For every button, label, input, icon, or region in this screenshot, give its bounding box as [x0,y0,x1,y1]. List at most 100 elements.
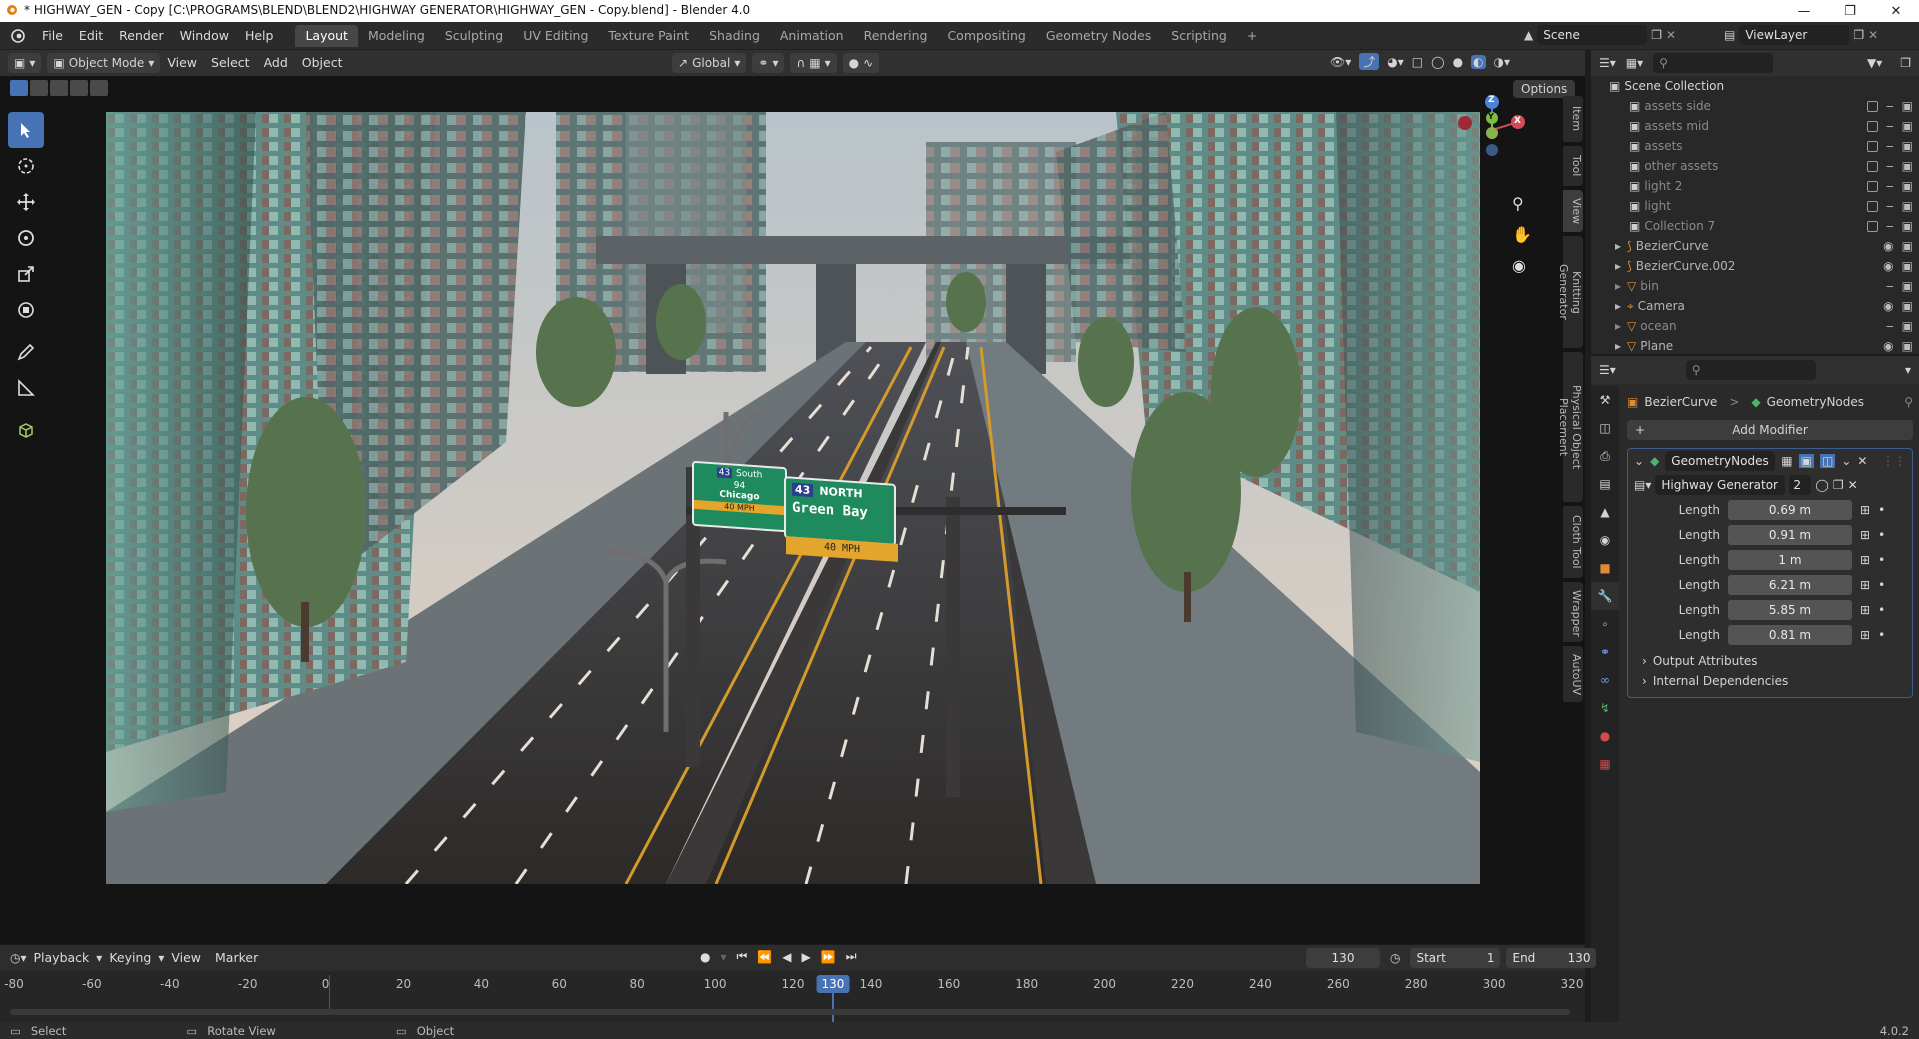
keyframe-dot-icon[interactable]: • [1878,628,1885,642]
node-tree-icon[interactable]: ▤▾ [1634,478,1651,492]
expand-arrow-icon[interactable]: ▸ [1615,299,1621,313]
keyframe-dot-icon[interactable]: • [1878,578,1885,592]
keyframe-dot-icon[interactable]: • [1878,503,1885,517]
viewport-menu-add[interactable]: Add [257,53,295,73]
current-frame-field[interactable]: 130 [1306,948,1380,968]
eye-icon[interactable]: ◉ [1883,259,1893,273]
outliner-row[interactable]: ▣ light ‒ ▣ [1609,196,1919,216]
keyframe-dot-icon[interactable]: • [1878,528,1885,542]
select-intersect-icon[interactable] [90,80,108,96]
close-window-button[interactable]: ✕ [1873,0,1919,22]
scene-name-field[interactable]: Scene [1537,25,1648,45]
add-cube-tool[interactable] [8,412,44,448]
xray-toggle-icon[interactable]: □ [1412,55,1423,69]
timeline-scrollbar[interactable] [10,1009,1570,1015]
render-toggle-icon[interactable]: ◫ [1819,454,1836,468]
render-props-icon[interactable]: ◫ [1591,414,1619,442]
outliner-row[interactable]: ▸ ▽ Plane ◉ ▣ [1609,336,1919,356]
3d-viewport[interactable]: Options 43 South 94 Chicago 40 MPH 43 NO… [0,76,1585,944]
scale-tool[interactable] [8,256,44,292]
timeline-menu-view[interactable]: View [164,948,208,968]
tab-shading[interactable]: Shading [699,25,770,47]
select-extend-icon[interactable] [30,80,48,96]
eye-icon[interactable]: ‒ [1886,119,1894,133]
node-users-count[interactable]: 2 [1789,475,1812,495]
outliner-row[interactable]: ▣ assets side ‒ ▣ [1609,96,1919,116]
param-value-field[interactable]: 0.69 m [1728,499,1852,520]
outliner-row[interactable]: ▸ ⟆ BezierCurve.002 ◉ ▣ [1609,256,1919,276]
render-camera-icon[interactable]: ▣ [1902,339,1913,353]
menu-file[interactable]: File [34,25,71,47]
drag-handle-icon[interactable]: ⋮⋮ [1882,454,1906,468]
zoom-icon[interactable]: ⚲ [1512,194,1532,213]
viewport-menu-object[interactable]: Object [295,53,350,73]
eye-icon[interactable]: ‒ [1886,179,1894,193]
eye-icon[interactable]: ‒ [1886,199,1894,213]
modifier-menu-icon[interactable]: ⌄ [1841,454,1851,468]
gizmo-toggle-icon[interactable]: ⤴ [1359,53,1380,70]
render-camera-icon[interactable]: ▣ [1902,179,1913,193]
node-group-field[interactable]: Highway Generator [1655,475,1786,495]
param-value-field[interactable]: 5.85 m [1728,599,1852,620]
physics-props-icon[interactable]: ⚭ [1591,638,1619,666]
exclude-checkbox[interactable] [1867,100,1879,112]
outliner-editor-icon[interactable]: ☰▾ [1599,56,1616,70]
material-shading-icon[interactable]: ◐ [1471,54,1486,69]
view-layer-props-icon[interactable]: ▤ [1591,470,1619,498]
render-camera-icon[interactable]: ▣ [1902,159,1913,173]
output-props-icon[interactable]: ⎙ [1591,442,1619,470]
tab-compositing[interactable]: Compositing [937,25,1035,47]
tab-animation[interactable]: Animation [770,25,854,47]
object-props-icon[interactable]: ■ [1591,554,1619,582]
start-frame-field[interactable]: Start 1 [1410,948,1501,968]
select-box-tool[interactable] [8,112,44,148]
param-value-field[interactable]: 1 m [1728,549,1852,570]
eye-icon[interactable]: ‒ [1886,219,1894,233]
rendered-shading-icon[interactable]: ◑▾ [1494,55,1511,69]
exclude-checkbox[interactable] [1867,200,1879,212]
scene-props-icon[interactable]: ▲ [1591,498,1619,526]
particles-props-icon[interactable]: ∘ [1591,610,1619,638]
expand-arrow-icon[interactable]: ▸ [1615,279,1621,293]
render-camera-icon[interactable]: ▣ [1902,219,1913,233]
delete-scene-icon[interactable]: ✕ [1666,28,1676,42]
stopwatch-icon[interactable]: ◷ [1390,951,1400,965]
tab-rendering[interactable]: Rendering [854,25,938,47]
exclude-checkbox[interactable] [1867,140,1879,152]
texture-props-icon[interactable]: ▦ [1591,750,1619,778]
outliner-row[interactable]: ▸ ⟆ BezierCurve ◉ ▣ [1609,236,1919,256]
outliner-row[interactable]: ▣ other assets ‒ ▣ [1609,156,1919,176]
tab-sculpting[interactable]: Sculpting [435,25,513,47]
eye-icon[interactable]: ◉ [1883,239,1893,253]
attribute-toggle-icon[interactable]: ⊞ [1860,603,1870,617]
keyframe-dot-icon[interactable]: • [1878,553,1885,567]
properties-editor-icon[interactable]: ☰▾ [1599,363,1616,377]
fake-user-icon[interactable]: ◯ [1815,478,1828,492]
menu-help[interactable]: Help [237,25,282,47]
cursor-tool[interactable] [8,148,44,184]
new-collection-icon[interactable]: ❐ [1900,56,1911,70]
eye-icon[interactable]: ‒ [1886,159,1894,173]
tab-layout[interactable]: Layout [295,24,358,47]
world-props-icon[interactable]: ◉ [1591,526,1619,554]
delete-viewlayer-icon[interactable]: ✕ [1868,28,1878,42]
restore-button[interactable]: ❐ [1827,0,1873,22]
keyframe-dot-icon[interactable]: • [1878,603,1885,617]
timeline-editor-icon[interactable]: ◷▾ [10,951,27,965]
material-props-icon[interactable]: ● [1591,722,1619,750]
timeline-menu-keying[interactable]: Keying [102,948,158,968]
properties-search-field[interactable]: ⚲ [1685,360,1816,380]
copy-viewlayer-icon[interactable]: ❐ [1853,28,1864,42]
pin-icon[interactable]: ⚲ [1904,395,1913,409]
copy-scene-icon[interactable]: ❐ [1651,28,1662,42]
snap-toggle[interactable]: ∩ ▦ ▾ [790,53,837,73]
timeline-menu-playback[interactable]: Playback [27,948,97,968]
filter-icon[interactable]: ▼▾ [1867,56,1882,70]
viewport-menu-view[interactable]: View [160,53,204,73]
solid-shading-icon[interactable]: ● [1453,55,1463,69]
exclude-checkbox[interactable] [1867,180,1879,192]
collapse-chevron-icon[interactable]: ⌄ [1634,454,1644,468]
eye-icon[interactable]: ‒ [1886,99,1894,113]
sidebar-tab-autouv[interactable]: AutoUV [1563,646,1583,702]
internal-dependencies-section[interactable]: › Internal Dependencies [1628,671,1912,691]
